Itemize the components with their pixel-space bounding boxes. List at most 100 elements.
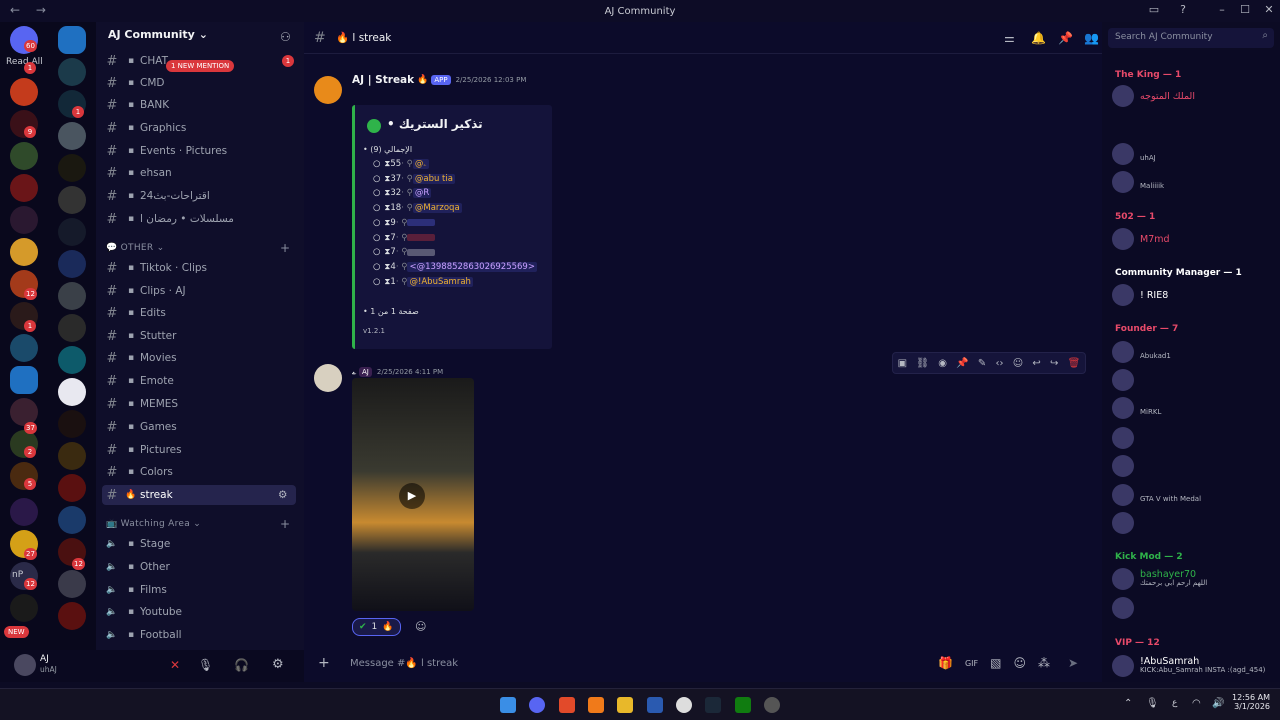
pin-icon[interactable]: 📌 (956, 358, 968, 369)
mention-chip[interactable] (407, 234, 436, 241)
channel-item[interactable]: # ▪ CMD (102, 73, 296, 93)
channel-item[interactable]: # ▪ اقتراحات-بث24 (102, 186, 296, 206)
avatar[interactable] (314, 364, 342, 392)
send-icon[interactable]: ➤ (1068, 656, 1078, 670)
members-icon[interactable]: 👥 (1084, 31, 1099, 45)
server-icon[interactable] (10, 174, 38, 202)
server-icon[interactable] (10, 142, 38, 170)
gear-icon[interactable]: ⚙ (278, 489, 287, 501)
channel-item[interactable]: # ▪ Stutter (102, 326, 296, 346)
maximize-icon[interactable]: ☐ (1238, 3, 1252, 17)
threads-icon[interactable]: ⚌ (1004, 31, 1015, 45)
voice-channel-item[interactable]: 🔈 ▪ Youtube (102, 602, 296, 622)
author-name[interactable]: ۦ (352, 365, 356, 378)
bell-icon[interactable]: 🔔 (1031, 31, 1046, 45)
add-attachment-icon[interactable]: + (318, 655, 338, 671)
brave-icon[interactable] (559, 697, 575, 713)
folder-icon[interactable] (58, 26, 86, 54)
channel-item[interactable]: # ▪ مسلسلات • رمضان ا (102, 209, 296, 229)
folder-icon[interactable] (10, 366, 38, 394)
server-icon[interactable] (58, 474, 86, 502)
channel-item[interactable]: # ▪ Movies (102, 348, 296, 368)
sticker-icon[interactable]: ▧ (990, 656, 1001, 670)
video-attachment[interactable]: ▶ (352, 378, 474, 611)
stream-off-icon[interactable]: ✕ (170, 658, 180, 672)
server-icon[interactable] (58, 378, 86, 406)
channel-item[interactable]: # ▪ ehsan (102, 163, 296, 183)
server-icon[interactable] (58, 570, 86, 598)
server-icon[interactable] (58, 154, 86, 182)
channel-item[interactable]: # ▪ BANK (102, 95, 296, 115)
mention-chip[interactable]: @abu tia (412, 173, 455, 184)
app-icon[interactable] (588, 697, 604, 713)
server-icon[interactable] (58, 410, 86, 438)
mention-chip[interactable]: @ۦ (412, 159, 429, 169)
avatar[interactable] (1112, 597, 1134, 619)
mention-chip[interactable] (407, 219, 436, 227)
mention-chip[interactable]: @R (412, 188, 432, 199)
server-icon[interactable] (58, 602, 86, 630)
channel-item[interactable]: # ▪ Graphics (102, 118, 296, 138)
server-icon[interactable] (58, 186, 86, 214)
avatar[interactable] (1112, 484, 1134, 506)
add-channel-icon[interactable]: + (280, 241, 290, 255)
voice-channel-item[interactable]: 🔈 ▪ Films (102, 580, 296, 600)
member-item[interactable] (1112, 454, 1277, 478)
mention-chip[interactable] (407, 248, 436, 256)
server-icon[interactable] (58, 58, 86, 86)
channel-item[interactable]: # ▪ Colors (102, 462, 296, 482)
add-reaction-icon[interactable]: ☺ (415, 620, 426, 633)
voice-channel-item[interactable]: 🔈 ▪ Football (102, 625, 296, 645)
play-icon[interactable]: ▶ (399, 483, 425, 509)
app-icon[interactable] (764, 697, 780, 713)
member-item[interactable]: uhAJ (1112, 142, 1277, 166)
server-icon[interactable] (58, 442, 86, 470)
server-icon[interactable] (58, 122, 86, 150)
channel-item[interactable]: # 🔥 streak ⚙ (102, 485, 296, 505)
avatar[interactable] (1112, 655, 1134, 677)
add-member-icon[interactable]: ⚇ (280, 30, 291, 44)
wifi-icon[interactable]: ◠ (1192, 698, 1201, 709)
help-icon[interactable]: ? (1176, 3, 1190, 17)
avatar[interactable] (1112, 427, 1134, 449)
message-input[interactable]: Message #🔥 ا streak (350, 658, 930, 669)
avatar[interactable] (1112, 568, 1134, 590)
volume-icon[interactable]: 🔊 (1212, 698, 1224, 709)
xbox-icon[interactable] (735, 697, 751, 713)
app-icon[interactable]: ▣ (898, 358, 907, 369)
server-icon[interactable] (58, 250, 86, 278)
channel-item[interactable]: # ▪ Emote (102, 371, 296, 391)
member-item[interactable]: GTA V with Medal (1112, 483, 1277, 507)
edit-icon[interactable]: ✎ (978, 358, 986, 369)
channel-item[interactable]: # ▪ MEMES (102, 394, 296, 414)
member-item[interactable]: الملك المتوجه (1112, 84, 1277, 108)
member-item[interactable]: bashayer70 اللهم ارحم ابي برحمتك (1112, 567, 1277, 591)
link-icon[interactable]: ⛓ (916, 358, 929, 369)
reply-icon[interactable]: ↩ (1032, 358, 1040, 369)
emoji-icon[interactable]: ☺ (1013, 358, 1023, 369)
tray-chevron-icon[interactable]: ⌃ (1124, 698, 1132, 709)
add-channel-icon[interactable]: + (280, 517, 290, 531)
channel-item[interactable]: # ▪ CHAT 1 (102, 51, 296, 71)
avatar[interactable] (1112, 341, 1134, 363)
clock[interactable]: 12:56 AM 3/1/2026 (1230, 693, 1270, 711)
pin-icon[interactable]: 📌 (1058, 31, 1073, 45)
server-icon[interactable] (58, 282, 86, 310)
avatar[interactable] (1112, 85, 1134, 107)
forward-icon[interactable]: ↪ (1050, 358, 1058, 369)
server-icon[interactable] (58, 314, 86, 342)
member-item[interactable]: Abukad1 (1112, 340, 1277, 364)
mention-chip[interactable]: @Marzoqa (412, 203, 462, 214)
server-icon[interactable] (58, 346, 86, 374)
minimize-icon[interactable]: – (1215, 3, 1229, 17)
avatar[interactable] (14, 654, 36, 676)
avatar[interactable] (1112, 455, 1134, 477)
server-icon[interactable] (58, 506, 86, 534)
server-icon[interactable] (10, 206, 38, 234)
reaction-chip[interactable]: ✔ 1 🔥 (352, 618, 401, 636)
gift-icon[interactable]: 🎁 (938, 656, 953, 670)
member-item[interactable]: MiRKL (1112, 396, 1277, 420)
channel-item[interactable]: # ▪ Games (102, 417, 296, 437)
server-icon[interactable] (10, 334, 38, 362)
microphone-icon[interactable]: 🎙 (1146, 698, 1159, 709)
